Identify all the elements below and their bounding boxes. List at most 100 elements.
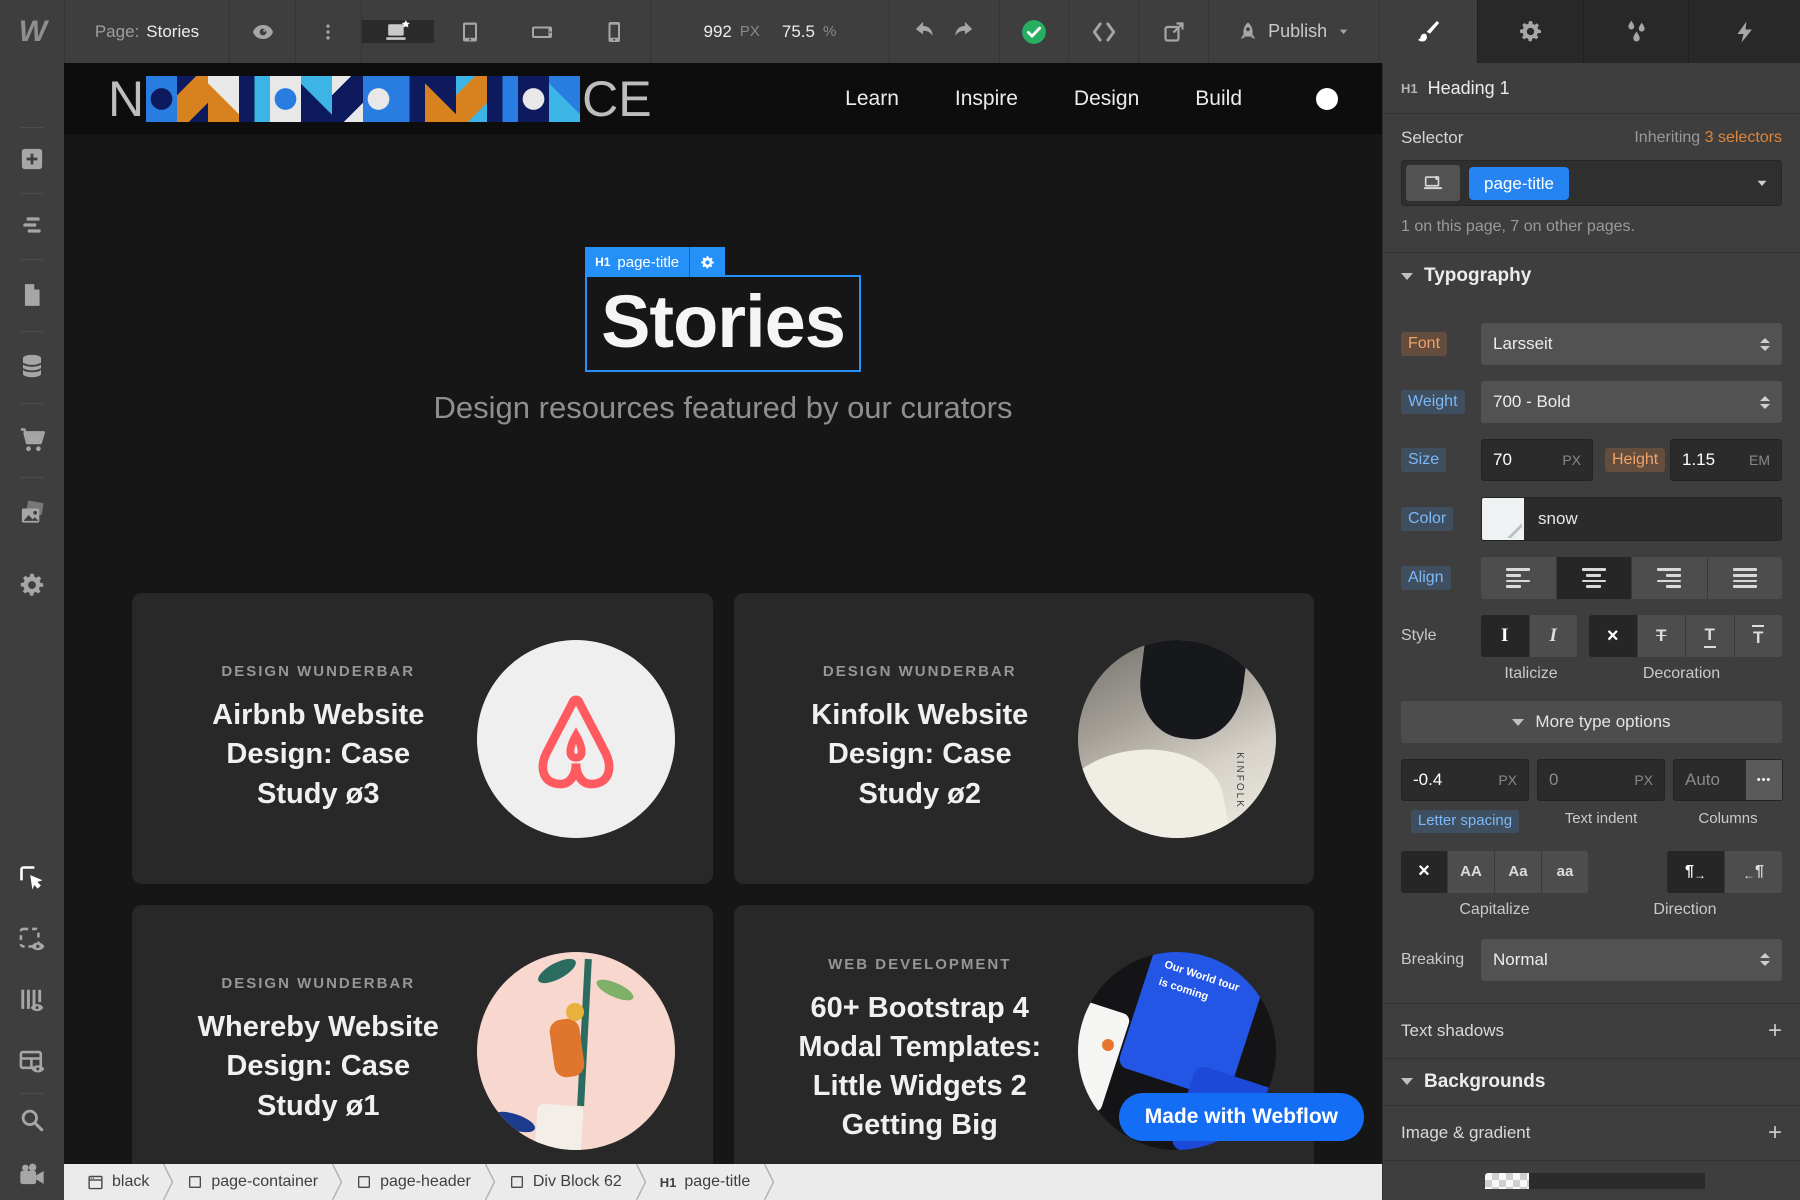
nav-link-learn[interactable]: Learn	[845, 87, 899, 111]
more-type-options-button[interactable]: More type options	[1401, 701, 1782, 743]
font-weight-select[interactable]: 700 - Bold	[1481, 381, 1782, 423]
site-logo[interactable]: N CE	[108, 74, 652, 124]
decoration-underline-button[interactable]: T	[1686, 615, 1734, 657]
canvas-width-value[interactable]: 992	[703, 22, 731, 42]
guides-toggle[interactable]	[19, 988, 46, 1015]
style-normal-button[interactable]: I	[1481, 615, 1529, 657]
made-with-webflow-badge[interactable]: Made with Webflow	[1118, 1093, 1364, 1141]
capitalize-uppercase-button[interactable]: AA	[1448, 850, 1494, 893]
breakpoint-phone-landscape-button[interactable]	[506, 20, 578, 44]
card-title[interactable]: Kinfolk Website Design: Case Study ø2	[797, 696, 1042, 813]
page-subtitle[interactable]: Design resources featured by our curator…	[64, 390, 1382, 426]
letter-spacing-label[interactable]: Letter spacing	[1410, 810, 1520, 833]
project-settings-button[interactable]	[19, 572, 46, 599]
style-panel-tab[interactable]	[1379, 0, 1477, 63]
direction-rtl-button[interactable]: ←¶	[1725, 850, 1782, 893]
backgrounds-section-header[interactable]: Backgrounds	[1383, 1059, 1800, 1106]
color-label[interactable]: Color	[1401, 507, 1454, 531]
breaking-select[interactable]: Normal	[1481, 938, 1782, 981]
breadcrumb-item-page-title[interactable]: H1 page-title	[647, 1164, 763, 1200]
capitalize-capitalize-button[interactable]: Aa	[1495, 850, 1541, 893]
pages-button[interactable]	[19, 282, 45, 308]
assets-button[interactable]	[19, 500, 46, 527]
card-title[interactable]: Whereby Website Design: Case Study ø1	[196, 1008, 441, 1125]
size-label[interactable]: Size	[1401, 448, 1447, 472]
video-tutorials-button[interactable]	[18, 1162, 46, 1190]
cms-button[interactable]	[19, 353, 46, 380]
edit-mode-toggle[interactable]	[18, 926, 46, 954]
line-height-input[interactable]: 1.15 EM	[1670, 439, 1782, 481]
font-label[interactable]: Font	[1401, 332, 1448, 356]
publish-button[interactable]: Publish	[1207, 0, 1379, 63]
capitalize-none-button[interactable]: ×	[1401, 850, 1447, 893]
font-family-select[interactable]: Larsseit	[1481, 323, 1782, 365]
xray-toggle[interactable]	[18, 1048, 46, 1076]
height-label[interactable]: Height	[1605, 448, 1666, 472]
selector-input[interactable]: page-title	[1401, 160, 1782, 206]
style-manager-panel-tab[interactable]	[1582, 0, 1689, 63]
capitalize-lowercase-button[interactable]: aa	[1542, 850, 1588, 893]
selection-settings-button[interactable]	[689, 247, 725, 277]
theme-toggle-dot[interactable]	[1316, 87, 1338, 110]
typography-section-header[interactable]: Typography	[1383, 253, 1800, 299]
breadcrumb-item-page-container[interactable]: page-container	[174, 1164, 331, 1200]
align-label[interactable]: Align	[1401, 566, 1451, 590]
ecommerce-button[interactable]	[18, 426, 46, 454]
decoration-overline-button[interactable]: T	[1734, 615, 1782, 657]
selection-badge[interactable]: H1 page-title	[585, 247, 726, 277]
card-title[interactable]: 60+ Bootstrap 4 Modal Templates: Little …	[797, 989, 1042, 1146]
selected-element-outline[interactable]: H1 page-title Stories	[585, 247, 861, 373]
interactions-panel-tab[interactable]	[1688, 0, 1800, 63]
navigator-button[interactable]	[19, 212, 45, 238]
decoration-none-button[interactable]: ×	[1589, 615, 1637, 657]
story-card-kinfolk[interactable]: DESIGN WUNDERBAR Kinfolk Website Design:…	[733, 593, 1314, 884]
add-elements-button[interactable]	[19, 146, 46, 173]
font-size-input[interactable]: 70 PX	[1481, 439, 1593, 481]
settings-panel-tab[interactable]	[1477, 0, 1583, 63]
page-menu[interactable]: Page: Stories	[63, 0, 229, 63]
export-code-button[interactable]	[1068, 0, 1138, 63]
style-italic-button[interactable]: I	[1529, 615, 1577, 657]
direction-ltr-button[interactable]: ¶→	[1667, 850, 1724, 893]
share-button[interactable]	[1138, 0, 1208, 63]
align-center-button[interactable]	[1556, 557, 1631, 599]
inheriting-count[interactable]: 3 selectors	[1705, 129, 1782, 146]
weight-label[interactable]: Weight	[1401, 390, 1465, 414]
story-card-airbnb[interactable]: DESIGN WUNDERBAR Airbnb Website Design: …	[132, 593, 713, 884]
letter-spacing-input[interactable]: -0.4 PX	[1401, 759, 1529, 801]
story-card-whereby[interactable]: DESIGN WUNDERBAR Whereby Website Design:…	[132, 905, 713, 1196]
undo-button[interactable]	[913, 20, 936, 43]
selector-dropdown-button[interactable]	[1753, 174, 1771, 192]
add-background-image-button[interactable]: +	[1768, 1120, 1782, 1145]
columns-options-button[interactable]: •••	[1746, 760, 1782, 800]
nav-link-inspire[interactable]: Inspire	[955, 87, 1018, 111]
finder-button[interactable]	[19, 1107, 45, 1133]
columns-input[interactable]: Auto •••	[1673, 759, 1783, 801]
align-left-button[interactable]	[1481, 557, 1556, 599]
card-title[interactable]: Airbnb Website Design: Case Study ø3	[196, 696, 441, 813]
select-tool-button[interactable]	[18, 864, 46, 892]
breadcrumb-item-div-block[interactable]: Div Block 62	[496, 1164, 635, 1200]
webflow-logo[interactable]: W	[0, 0, 64, 63]
align-justify-button[interactable]	[1707, 557, 1782, 599]
decoration-strikethrough-button[interactable]: T	[1637, 615, 1685, 657]
add-text-shadow-button[interactable]: +	[1768, 1018, 1782, 1043]
breadcrumb-item-page-header[interactable]: page-header	[343, 1164, 484, 1200]
breakpoint-phone-portrait-button[interactable]	[578, 20, 650, 44]
breakpoint-indicator-button[interactable]	[1406, 165, 1460, 201]
page-title-heading[interactable]: Stories	[601, 279, 846, 364]
text-indent-input[interactable]: 0 PX	[1537, 759, 1665, 801]
color-swatch[interactable]	[1482, 498, 1524, 540]
story-card-bootstrap[interactable]: WEB DEVELOPMENT 60+ Bootstrap 4 Modal Te…	[733, 905, 1314, 1196]
redo-button[interactable]	[952, 20, 975, 43]
nav-link-build[interactable]: Build	[1195, 87, 1242, 111]
canvas-zoom-value[interactable]: 75.5	[782, 22, 815, 42]
site-navbar[interactable]: N CE Learn Inspire Design Build	[64, 63, 1382, 134]
breadcrumb-item-body[interactable]: black	[74, 1164, 162, 1200]
class-pill[interactable]: page-title	[1469, 166, 1569, 200]
nav-link-design[interactable]: Design	[1074, 87, 1139, 111]
more-menu-button[interactable]	[295, 0, 361, 63]
breakpoint-tablet-button[interactable]	[434, 20, 506, 44]
preview-button[interactable]	[229, 0, 295, 63]
breakpoint-desktop-button[interactable]	[361, 20, 434, 43]
